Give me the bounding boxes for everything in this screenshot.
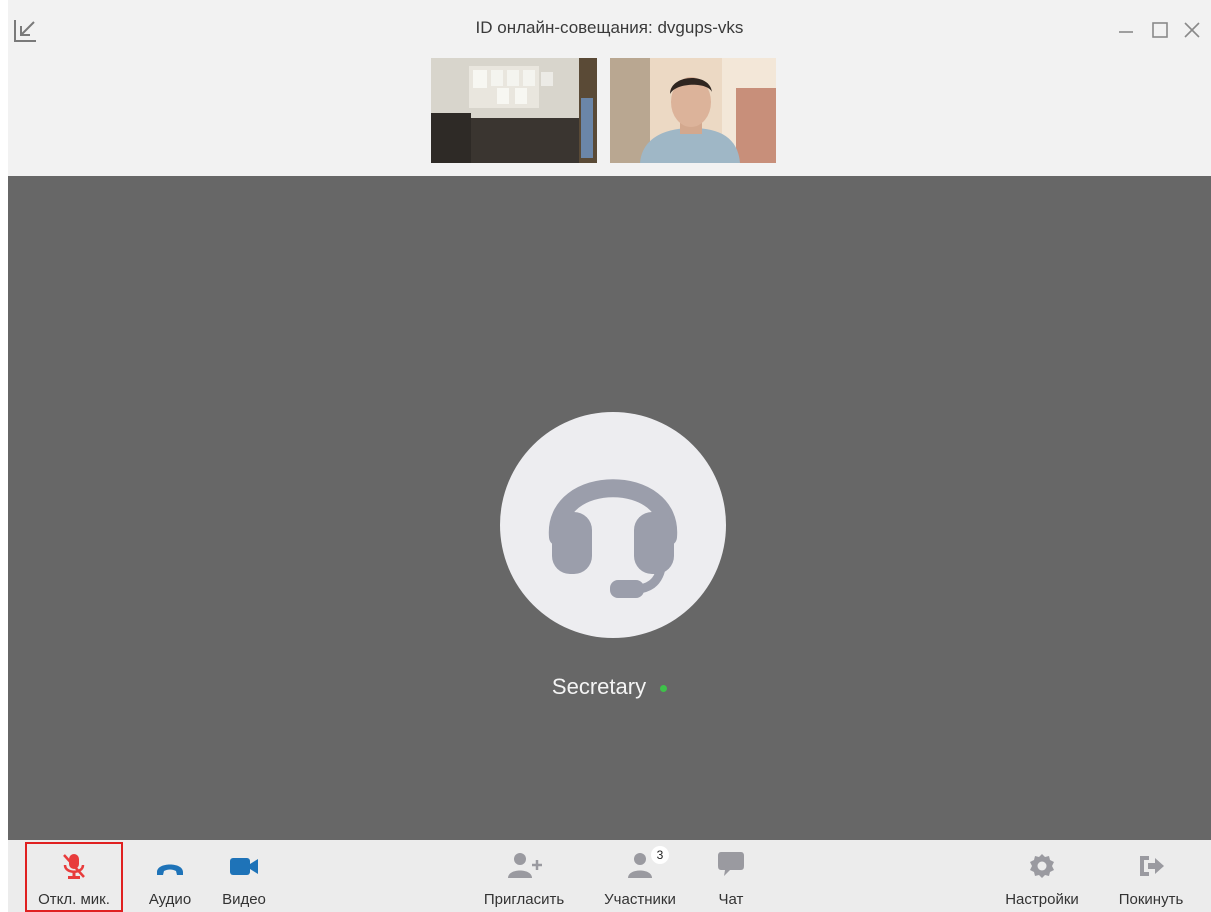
chat-button[interactable]: Чат bbox=[706, 840, 756, 912]
video-thumbnail-person[interactable] bbox=[610, 58, 776, 163]
invite-button[interactable]: Пригласить bbox=[472, 840, 576, 912]
participants-icon-wrap: 3 bbox=[625, 846, 669, 880]
camera-icon bbox=[230, 858, 258, 875]
participants-button[interactable]: 3 Участники bbox=[592, 840, 688, 912]
close-icon[interactable] bbox=[1180, 18, 1204, 42]
leave-button[interactable]: Покинуть bbox=[1104, 840, 1198, 912]
mute-mic-label: Откл. мик. bbox=[38, 891, 110, 908]
maximize-icon[interactable] bbox=[1148, 18, 1172, 42]
video-thumbnails bbox=[8, 48, 1211, 176]
video-thumbnail-room[interactable] bbox=[431, 58, 597, 163]
headset-icon bbox=[548, 479, 678, 598]
bottom-toolbar: Откл. мик. Аудио Видео Пригласить 3 Учас… bbox=[8, 840, 1211, 912]
exit-icon bbox=[1140, 856, 1164, 876]
mute-mic-button[interactable]: Откл. мик. bbox=[25, 840, 123, 912]
audio-label: Аудио bbox=[148, 891, 192, 908]
microphone-off-icon bbox=[63, 854, 85, 879]
settings-label: Настройки bbox=[1005, 891, 1079, 908]
window-title: ID онлайн-совещания: dvgups-vks bbox=[475, 18, 744, 37]
conference-window: ID онлайн-совещания: dvgups-vks Secretar… bbox=[8, 0, 1211, 912]
participants-label: Участники bbox=[604, 891, 676, 908]
participants-count-badge: 3 bbox=[651, 846, 669, 864]
video-button[interactable]: Видео bbox=[216, 840, 272, 912]
participant-name-label: Secretary bbox=[551, 674, 647, 699]
audio-button[interactable]: Аудио bbox=[142, 840, 198, 912]
online-status-indicator bbox=[660, 684, 668, 692]
invite-label: Пригласить bbox=[483, 891, 565, 908]
phone-icon bbox=[157, 864, 183, 875]
main-video-stage: Secretary bbox=[8, 176, 1211, 840]
gear-icon bbox=[1030, 854, 1054, 878]
add-user-icon bbox=[508, 853, 542, 878]
participant-name: Secretary bbox=[8, 674, 1211, 700]
chat-label: Чат bbox=[718, 891, 744, 908]
settings-button[interactable]: Настройки bbox=[992, 840, 1092, 912]
leave-label: Покинуть bbox=[1118, 891, 1184, 908]
participant-avatar bbox=[500, 412, 726, 638]
chat-bubble-icon bbox=[718, 852, 744, 876]
minimize-icon[interactable] bbox=[1114, 18, 1138, 42]
video-label: Видео bbox=[222, 891, 266, 908]
